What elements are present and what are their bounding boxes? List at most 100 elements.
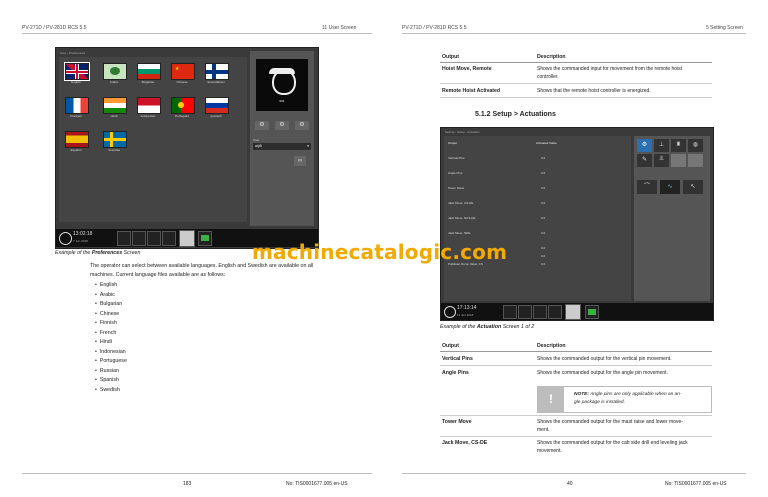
actuation-row-value: 0.0 xyxy=(541,156,546,160)
actuation-row-name: Vertical Pins xyxy=(448,156,465,160)
setup-icon[interactable]: ⚙ xyxy=(637,139,652,152)
chart-icon[interactable]: ╨ xyxy=(654,154,669,167)
logout-icon[interactable]: ⚙ xyxy=(275,121,289,130)
actuation-row-value: 0.0 xyxy=(541,171,546,175)
caption-prefix: Example of the xyxy=(55,250,92,256)
footer-rule-right xyxy=(402,473,746,474)
flag-indonesia-icon[interactable] xyxy=(137,97,161,114)
col-output: Output xyxy=(448,141,458,145)
actuation-row-value: 0.0 xyxy=(541,246,546,250)
note-line-1: NOTE: Angle pins are only applicable whe… xyxy=(574,392,682,397)
right-header-section: 5 Setting Screen xyxy=(706,25,743,31)
list-item: • Russian xyxy=(95,367,119,374)
mode-button[interactable] xyxy=(518,305,532,319)
flag-arabic-icon[interactable] xyxy=(103,63,127,80)
flag-uk-icon[interactable] xyxy=(64,62,90,81)
rig-icon[interactable] xyxy=(198,231,212,246)
actuation-caption: Example of the Actuation Screen 1 of 2 xyxy=(440,324,534,330)
flag-label: pусский xyxy=(210,114,222,118)
chart-button[interactable] xyxy=(117,231,131,246)
col-value: Activated Value xyxy=(536,141,557,145)
flag-label: Português xyxy=(175,114,189,118)
table-row-output: Tower Move xyxy=(442,419,472,425)
grid-menu-icon[interactable] xyxy=(179,230,195,247)
actuation-row-value: 0.0 xyxy=(541,262,546,266)
caption-prefix: Example of the xyxy=(440,324,477,330)
left-header-section: 11 User Screen xyxy=(322,25,357,31)
status-button[interactable] xyxy=(533,305,547,319)
preferences-caption: Example of the Preferences Screen xyxy=(55,250,140,256)
caption-bold: Actuation xyxy=(476,324,502,330)
list-item: • Bulgarian xyxy=(95,301,123,307)
list-item: • English xyxy=(95,282,118,288)
chart-button[interactable] xyxy=(503,305,517,319)
flag-finland-icon[interactable] xyxy=(205,63,229,80)
table-row-desc: movement. xyxy=(537,448,562,454)
clock-icon xyxy=(444,306,456,318)
globe-icon[interactable]: ◍ xyxy=(688,139,703,152)
mode-button[interactable] xyxy=(132,231,146,246)
actuation-row-value: 0.0 xyxy=(541,231,546,235)
table-row-output: Hoist Move, Remote xyxy=(442,66,492,72)
breadcrumb: Setting › Setup › Actuation xyxy=(445,130,480,134)
table-row-desc: Shows the commanded output for the cab s… xyxy=(537,440,688,446)
table-row-desc: ment. xyxy=(537,427,550,433)
wrench-icon[interactable]: ✎ xyxy=(637,154,652,167)
grid-menu-icon[interactable] xyxy=(565,304,581,320)
table-rule xyxy=(440,351,712,352)
user-side-panel: 001 ⚙ ⚙ ⚙ User arjt5 ▾ ∞ xyxy=(250,51,314,226)
flag-russia-icon[interactable] xyxy=(205,97,229,114)
table-row-desc: Shows the commanded output for the mast … xyxy=(537,419,683,425)
flag-india-icon[interactable] xyxy=(103,97,127,114)
flag-label: Français xyxy=(70,114,82,118)
bit-icon[interactable]: ♜ xyxy=(671,139,686,152)
user-select[interactable]: arjt5 ▾ xyxy=(253,143,311,150)
table-row-desc: controller. xyxy=(537,74,559,80)
status-button[interactable] xyxy=(147,231,161,246)
list-item: • Hindi xyxy=(95,339,112,345)
bottom-table-header-description: Description xyxy=(537,343,566,349)
cursor-tab-icon[interactable]: ↖ xyxy=(683,180,703,194)
drill-button[interactable] xyxy=(548,305,562,319)
list-item: • Spanish xyxy=(95,377,119,383)
right-doc-number: No: TIS0001677.005 en-US xyxy=(665,481,727,487)
actuation-tab-icon[interactable]: ⌒ xyxy=(637,180,657,194)
left-header-model: PV-271D / PV-281D RCS 5.5 xyxy=(22,25,87,31)
table-rule xyxy=(440,415,712,416)
flag-bulgaria-icon[interactable] xyxy=(137,63,161,80)
flag-portugal-icon[interactable] xyxy=(171,97,195,114)
table-rule xyxy=(440,436,712,437)
actuation-row-name: Angle Pins xyxy=(448,171,463,175)
actuation-table-panel: Output Activated Value Vertical Pins 0.0… xyxy=(444,136,631,301)
flag-label: Chinese xyxy=(176,80,188,84)
table-row-output: Vertical Pins xyxy=(442,356,473,362)
settings-icon[interactable]: ⚙ xyxy=(295,121,309,130)
rig-icon[interactable] xyxy=(585,305,599,319)
flag-france-icon[interactable] xyxy=(65,97,89,114)
flag-label: Hindi xyxy=(110,114,118,118)
avatar: 001 xyxy=(256,59,308,111)
note-icon: ! xyxy=(538,387,564,412)
actuation-row-value: 0.0 xyxy=(541,201,546,205)
section-title: 5.1.2 Setup > Actuations xyxy=(475,111,556,118)
clock-time: 17:13:14 xyxy=(457,305,477,311)
drill-button[interactable] xyxy=(162,231,176,246)
flag-sweden-icon[interactable] xyxy=(103,131,127,148)
footer-rule-left xyxy=(22,473,372,474)
list-item: • Portuguese xyxy=(95,358,127,364)
top-table-header-output: Output xyxy=(442,54,459,60)
user-select-value: arjt5 xyxy=(255,144,262,148)
signal-tab-icon[interactable]: ∿ xyxy=(660,180,680,194)
user-field-label: User xyxy=(253,138,260,142)
list-item: • Indonesian xyxy=(95,348,126,355)
table-row-output: Jack Move, CS-DE xyxy=(442,440,488,446)
actuation-row-value: 0.0 xyxy=(541,254,546,258)
flag-spain-icon[interactable] xyxy=(65,131,89,148)
flag-china-icon[interactable]: ★ xyxy=(171,63,195,80)
login-icon[interactable]: ⚙ xyxy=(255,121,269,130)
table-row-output: Remote Hoist Activated xyxy=(442,88,501,94)
link-icon[interactable]: ∞ xyxy=(294,156,306,166)
drill-icon[interactable]: ⊥ xyxy=(654,139,669,152)
list-item: • Arabic xyxy=(95,291,115,298)
clock-icon xyxy=(59,232,72,245)
